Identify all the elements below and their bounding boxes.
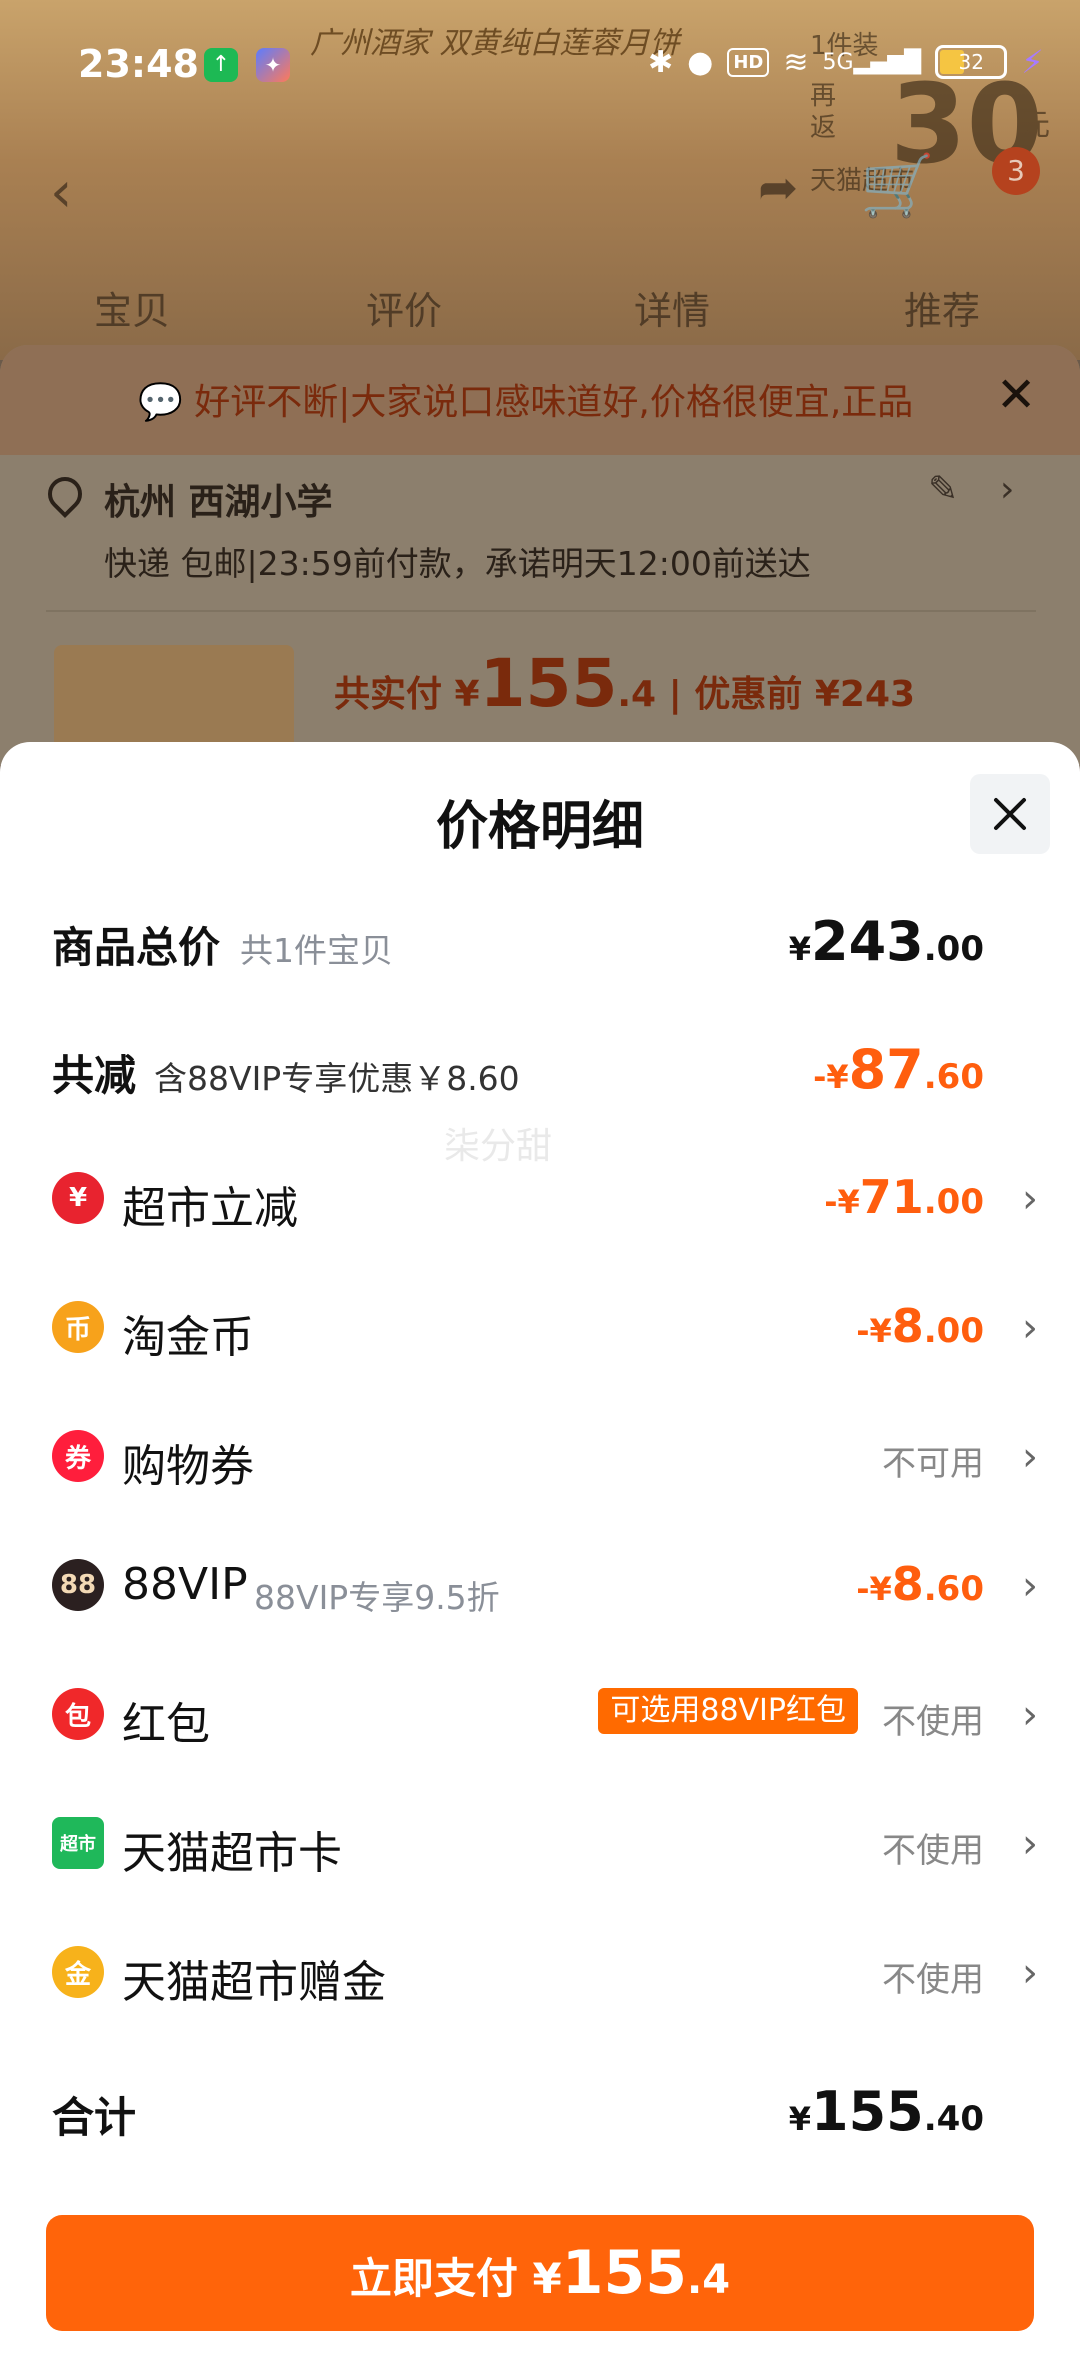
tmall-card-row[interactable]: 超市 天猫超市卡 不使用 › xyxy=(0,1807,1080,1887)
pay-now-button[interactable]: 立即支付 ¥155.4 xyxy=(46,2215,1034,2331)
close-icon xyxy=(994,798,1026,830)
tmall-card-label: 天猫超市卡 xyxy=(122,1828,342,1879)
product-tabs: 宝贝 评价 详情 推荐 xyxy=(0,260,1080,350)
hd-icon: HD xyxy=(727,47,770,77)
chevron-right-icon: › xyxy=(1022,1821,1038,1867)
red-packet-label: 红包 xyxy=(122,1699,210,1750)
supermarket-discount-label: 超市立减 xyxy=(122,1183,298,1234)
goods-total-amount: ¥243.00 xyxy=(788,910,984,973)
sum-amount: ¥155.40 xyxy=(788,2080,984,2143)
goods-total-row: 商品总价 共1件宝贝 ¥243.00 xyxy=(0,902,1080,982)
vip-discount-amount: -¥8.60 xyxy=(856,1557,984,1611)
tmall-bonus-status: 不使用 xyxy=(882,1960,984,2000)
chevron-right-icon[interactable]: › xyxy=(1000,469,1014,510)
taojinbi-row[interactable]: 币 淘金币 -¥8.00 › xyxy=(0,1291,1080,1371)
chevron-right-icon: › xyxy=(1022,1563,1038,1609)
battery-icon: 32 xyxy=(935,45,1008,79)
vip-discount-row[interactable]: 88 88VIP 88VIP专享9.5折 -¥8.60 › xyxy=(0,1549,1080,1629)
total-discount-row: 共减 含88VIP专享优惠￥8.60 -¥87.60 xyxy=(0,1030,1080,1110)
chevron-right-icon: › xyxy=(1022,1692,1038,1738)
close-icon[interactable]: ✕ xyxy=(996,367,1036,423)
tmall-card-status: 不使用 xyxy=(882,1831,984,1871)
divider xyxy=(46,610,1036,612)
voucher-status: 不可用 xyxy=(882,1444,984,1484)
upload-app-icon: ↑ xyxy=(204,48,238,82)
status-bar: 23:48 ↑ ✦ ✱ ● HD ≋ 5G▂▄▆█ 32 ⚡ xyxy=(0,0,1080,120)
red-packet-icon: 包 xyxy=(52,1688,104,1740)
charging-icon: ⚡ xyxy=(1021,43,1044,81)
share-icon[interactable]: ➦ xyxy=(758,160,798,216)
vip-discount-note: 含88VIP专享优惠￥8.60 xyxy=(154,1059,520,1098)
cart-badge: 3 xyxy=(992,147,1040,195)
sum-row: 合计 ¥155.40 xyxy=(0,2072,1080,2152)
taojinbi-label: 淘金币 xyxy=(122,1312,254,1363)
app-notification-icon: ✦ xyxy=(256,48,290,82)
tab-item[interactable]: 宝贝 xyxy=(94,280,170,335)
chevron-right-icon: › xyxy=(1022,1950,1038,1996)
status-icons: ✱ ● HD ≋ 5G▂▄▆█ 32 ⚡ xyxy=(648,40,1044,84)
total-discount-amount: -¥87.60 xyxy=(813,1038,984,1101)
wallet-icon: 金 xyxy=(52,1946,104,1998)
order-sheet: 💬 好评不断|大家说口感味道好,价格很便宜,正品 ✕ 杭州 西湖小学 快递 包邮… xyxy=(0,345,1080,765)
tmall-bonus-row[interactable]: 金 天猫超市赠金 不使用 › xyxy=(0,1936,1080,2016)
delivery-address[interactable]: 杭州 西湖小学 xyxy=(46,473,333,525)
tmall-bonus-label: 天猫超市赠金 xyxy=(122,1957,386,2008)
ticket-icon: 券 xyxy=(52,1430,104,1482)
taojinbi-amount: -¥8.00 xyxy=(856,1299,984,1353)
tab-recommend[interactable]: 推荐 xyxy=(904,280,980,335)
coin-icon: 币 xyxy=(52,1301,104,1353)
vip-label: 88VIP xyxy=(122,1559,248,1610)
status-time: 23:48 xyxy=(78,42,199,86)
chevron-right-icon: › xyxy=(1022,1305,1038,1351)
tab-reviews[interactable]: 评价 xyxy=(366,280,442,335)
review-tip-bar: 💬 好评不断|大家说口感味道好,价格很便宜,正品 ✕ xyxy=(0,345,1080,455)
wifi-icon: ≋ xyxy=(783,44,809,80)
vip-red-packet-tag: 可选用88VIP红包 xyxy=(598,1688,858,1734)
chevron-right-icon: › xyxy=(1022,1434,1038,1480)
supermarket-discount-row[interactable]: ¥ 超市立减 -¥71.00 › xyxy=(0,1162,1080,1242)
vip-discount-desc: 88VIP专享9.5折 xyxy=(254,1578,500,1617)
total-discount-label: 共减 xyxy=(52,1051,137,1100)
shopping-voucher-row[interactable]: 券 购物券 不可用 › xyxy=(0,1420,1080,1500)
price-detail-modal: 价格明细 柒分甜 商品总价 共1件宝贝 ¥243.00 共减 含88VIP专享优… xyxy=(0,742,1080,2376)
cart-icon[interactable]: 🛒 xyxy=(860,150,935,221)
sum-label: 合计 xyxy=(52,2093,137,2142)
location-icon: ● xyxy=(687,44,714,80)
signal-icon: 5G▂▄▆█ xyxy=(822,49,922,75)
goods-total-label: 商品总价 xyxy=(52,923,221,972)
close-button[interactable] xyxy=(970,774,1050,854)
bluetooth-icon: ✱ xyxy=(648,44,674,80)
tab-details[interactable]: 详情 xyxy=(634,280,710,335)
yuan-discount-icon: ¥ xyxy=(52,1172,104,1224)
vip-88-icon: 88 xyxy=(52,1559,104,1611)
red-packet-status: 不使用 xyxy=(882,1702,984,1742)
review-tip: 💬 好评不断|大家说口感味道好,价格很便宜,正品 xyxy=(138,382,914,423)
back-icon[interactable]: ‹ xyxy=(50,160,72,225)
edit-icon[interactable]: ✎ xyxy=(928,469,958,510)
modal-title: 价格明细 xyxy=(435,797,644,857)
order-pay-summary: 共实付 ¥155.4 | 优惠前 ¥243 xyxy=(334,645,916,722)
red-packet-row[interactable]: 包 红包 可选用88VIP红包 不使用 › xyxy=(0,1678,1080,1758)
goods-count: 共1件宝贝 xyxy=(240,931,393,970)
tmall-supermarket-card-icon: 超市 xyxy=(52,1817,104,1869)
chevron-right-icon: › xyxy=(1022,1176,1038,1222)
shopping-voucher-label: 购物券 xyxy=(122,1441,254,1492)
supermarket-discount-amount: -¥71.00 xyxy=(824,1170,984,1224)
top-nav: ‹ ➦ 🛒 3 xyxy=(0,120,1080,250)
shipping-info: 快递 包邮|23:59前付款，承诺明天12:00前送达 xyxy=(104,544,811,583)
